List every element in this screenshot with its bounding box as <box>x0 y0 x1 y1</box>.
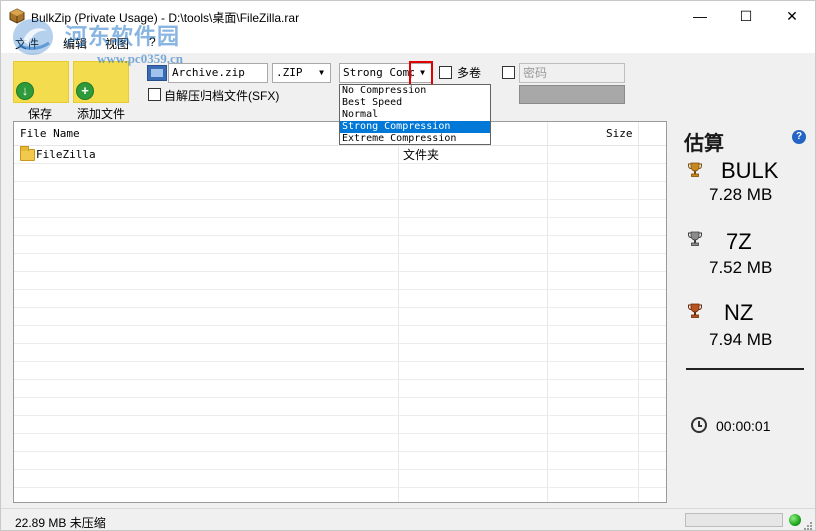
resize-grip-icon[interactable] <box>803 521 813 531</box>
table-row-empty <box>14 380 666 398</box>
file-type-cell: 文件夹 <box>403 148 440 162</box>
file-name-cell: FileZilla <box>36 148 96 161</box>
estimate-size: 7.28 MB <box>709 185 773 204</box>
estimate-name: 7Z <box>726 229 752 254</box>
table-row-empty <box>14 434 666 452</box>
clock-icon <box>691 417 707 433</box>
progress-bar <box>685 513 783 527</box>
estimate-name: BULK <box>721 158 779 183</box>
add-icon: + <box>76 82 94 100</box>
archive-icon <box>147 65 167 81</box>
multi-volume-label: 多卷 <box>457 66 482 80</box>
status-text: 22.89 MB 未压缩 <box>15 516 106 530</box>
column-size[interactable]: Size <box>606 122 633 146</box>
maximize-icon: ☐ <box>739 7 753 24</box>
app-icon <box>9 8 25 24</box>
gold-trophy-icon <box>687 162 703 177</box>
estimate-size: 7.52 MB <box>709 258 773 277</box>
bronze-trophy-icon <box>687 303 703 318</box>
compression-option[interactable]: Extreme Compression <box>340 133 490 145</box>
compression-option[interactable]: No Compression <box>340 85 490 97</box>
table-row-empty <box>14 470 666 488</box>
minimize-button[interactable]: — <box>677 1 723 31</box>
menu-file[interactable]: 文件 <box>15 35 39 52</box>
download-icon: ↓ <box>16 82 34 100</box>
highlight-box <box>409 61 433 86</box>
password-placeholder: 密码 <box>523 66 548 80</box>
menu-view[interactable]: 视图 <box>105 35 129 52</box>
add-files-button[interactable]: + <box>73 61 129 103</box>
table-row-empty <box>14 326 666 344</box>
table-row-empty <box>14 182 666 200</box>
window-title: BulkZip (Private Usage) - D:\tools\桌面\Fi… <box>31 11 300 25</box>
menu-help[interactable]: ? <box>149 35 156 49</box>
sfx-checkbox[interactable] <box>148 88 161 101</box>
menu-bar: 文件 编辑 视图 ? <box>1 31 815 53</box>
close-button[interactable]: ✕ <box>769 1 815 31</box>
format-select[interactable]: .ZIP ▼ <box>272 63 331 83</box>
column-file-name[interactable]: File Name <box>20 122 80 146</box>
table-row-empty <box>14 344 666 362</box>
table-row-empty <box>14 254 666 272</box>
table-row[interactable]: FileZilla 文件夹 <box>14 146 666 164</box>
table-row-empty <box>14 218 666 236</box>
table-row-empty <box>14 452 666 470</box>
chevron-down-icon: ▼ <box>319 68 324 77</box>
maximize-button[interactable]: ☐ <box>723 1 769 31</box>
estimate-title: 估算 <box>684 133 724 155</box>
estimate-divider <box>686 368 804 370</box>
compression-option[interactable]: Best Speed <box>340 97 490 109</box>
menu-edit[interactable]: 编辑 <box>63 35 87 52</box>
silver-trophy-icon <box>687 231 703 246</box>
status-bar: 22.89 MB 未压缩 <box>1 508 815 531</box>
table-row-empty <box>14 416 666 434</box>
compression-dropdown: No Compression Best Speed Normal Strong … <box>339 84 491 145</box>
minimize-icon: — <box>693 8 707 24</box>
table-row-empty <box>14 290 666 308</box>
compression-option-selected[interactable]: Strong Compression <box>340 121 490 133</box>
table-row-empty <box>14 398 666 416</box>
title-bar: BulkZip (Private Usage) - D:\tools\桌面\Fi… <box>1 1 815 31</box>
password-input[interactable]: 密码 <box>519 63 625 83</box>
sfx-label: 自解压归档文件(SFX) <box>164 89 280 103</box>
folder-icon <box>20 146 35 161</box>
file-list[interactable]: File Name Size FileZilla 文件夹 <box>13 121 667 503</box>
status-led-icon <box>789 514 801 526</box>
save-button-label: 保存 <box>28 107 53 121</box>
add-files-button-label: 添加文件 <box>77 107 126 121</box>
elapsed-time: 00:00:01 <box>716 418 771 434</box>
table-row-empty <box>14 236 666 254</box>
format-select-value: .ZIP <box>276 66 303 79</box>
multi-volume-checkbox[interactable] <box>439 66 452 79</box>
table-row-empty <box>14 272 666 290</box>
app-window: BulkZip (Private Usage) - D:\tools\桌面\Fi… <box>0 0 816 531</box>
archive-name-input[interactable]: Archive.zip <box>168 63 268 83</box>
table-row-empty <box>14 200 666 218</box>
password-strength-bar <box>519 85 625 104</box>
save-button[interactable]: ↓ <box>13 61 69 103</box>
table-row-empty <box>14 164 666 182</box>
help-icon[interactable]: ? <box>792 130 806 144</box>
close-icon: ✕ <box>786 7 798 24</box>
table-row-empty <box>14 362 666 380</box>
estimate-name: NZ <box>724 300 754 325</box>
password-checkbox[interactable] <box>502 66 515 79</box>
compression-option[interactable]: Normal <box>340 109 490 121</box>
table-row-empty <box>14 308 666 326</box>
estimate-size: 7.94 MB <box>709 330 773 349</box>
